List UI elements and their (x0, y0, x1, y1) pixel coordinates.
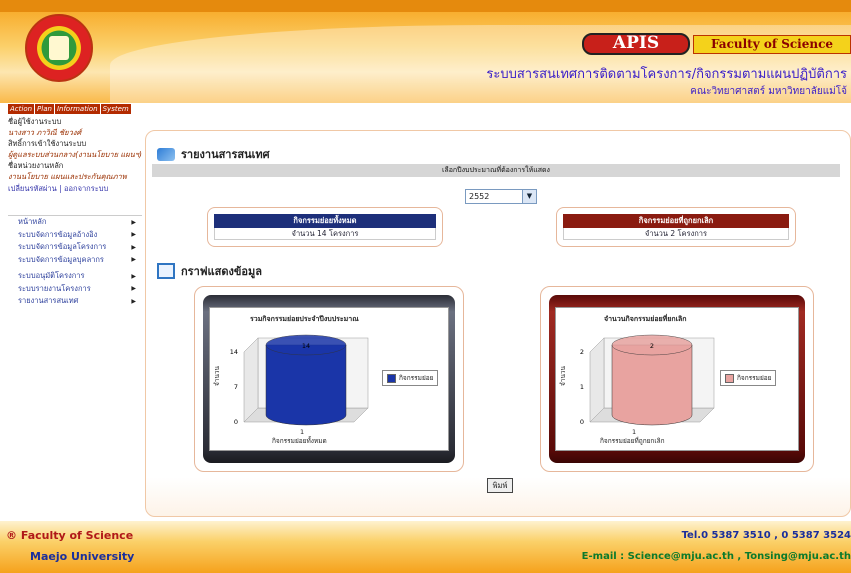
user-value: นางสาว ภาวิณี ชัยวงศ์ (8, 128, 82, 137)
chart-xlabel: กิจกรรมย่อยที่ถูกยกเลิก (600, 437, 665, 445)
bar-cylinder (265, 344, 347, 426)
year-prompt-bar: เลือกปีงบประมาณที่ต้องการให้แสดง (152, 164, 840, 177)
triangle-right-icon: ▶ (131, 297, 136, 305)
graph-heading: กราฟแสดงข้อมูล (157, 262, 262, 280)
strip-action: Action (8, 104, 36, 114)
y-tick-label: 14 (230, 348, 238, 356)
year-select[interactable]: 2552 ▼ (465, 189, 537, 204)
chart-canvas-all: รวมกิจกรรมย่อยประจำปีงบประมาณ 0 7 14 14 จำน… (209, 307, 449, 451)
nav-item-personnel[interactable]: ระบบจัดการข้อมูลบุคลากร ▶ (8, 254, 142, 267)
legend-swatch (387, 373, 396, 383)
faculty-seal-logo (25, 14, 93, 82)
sidebar-nav: หน้าหลัก ▶ ระบบจัดการข้อมูลอ้างอิง ▶ ระบบจ… (8, 215, 142, 308)
triangle-right-icon: ▶ (131, 285, 136, 293)
graph-icon (157, 263, 175, 279)
y-tick-label: 0 (234, 418, 238, 426)
unit-label: ชื่อหน่วยงานหลัก (8, 161, 64, 170)
footer-university: Maejo University (30, 550, 135, 563)
strip-system: System (101, 104, 132, 114)
nav-item-reference[interactable]: ระบบจัดการข้อมูลอ้างอิง ▶ (8, 229, 142, 242)
chart-ylabel: จำนวน (559, 366, 567, 386)
sidebar: Action Plan Information System ชื่อผู้ใช… (8, 104, 148, 308)
chart-legend: กิจกรรมย่อย (720, 370, 777, 386)
footer-email: E-mail : Science@mju.ac.th , Tonsing@mju… (581, 551, 851, 562)
system-subtitle: คณะวิทยาศาสตร์ มหาวิทยาลัยแม่โจ้ (690, 86, 847, 97)
chevron-down-icon[interactable]: ▼ (522, 190, 536, 203)
chart-xlabel: กิจกรรมย่อยทั้งหมด (272, 437, 327, 445)
nav-item-info-report[interactable]: รายงานสารสนเทศ ▶ (8, 295, 142, 308)
chart-svg-cancel: 0 1 2 2 (580, 334, 715, 426)
system-title: ระบบสารสนเทศการติดตามโครงการ/กิจกรรมตามแ… (486, 67, 847, 82)
role-label: สิทธิ์การเข้าใช้งานระบบ (8, 139, 87, 148)
chart-ylabel: จำนวน (213, 366, 221, 386)
chart-side-wall (589, 337, 605, 423)
aps-menu-strip: Action Plan Information System (8, 104, 132, 114)
stat-box-all: กิจกรรมย่อยทั้งหมด จำนวน 14 โครงการ (207, 207, 443, 247)
chart-frame-cancel: จำนวนกิจกรรมย่อยที่ยกเลิก 0122 จำนวน 1 ก… (540, 286, 814, 472)
triangle-right-icon: ▶ (131, 243, 136, 251)
y-tick-label: 0 (580, 418, 584, 426)
bar-cylinder (611, 344, 693, 426)
y-tick-label: 1 (580, 383, 584, 391)
apis-badge: APIS (582, 33, 690, 55)
triangle-right-icon: ▶ (131, 272, 136, 280)
stat-all-title: กิจกรรมย่อยทั้งหมด (214, 214, 436, 228)
report-icon (157, 147, 175, 161)
strip-plan: Plan (35, 104, 55, 114)
chart-frame-all: รวมกิจกรรมย่อยประจำปีงบประมาณ 0 7 14 14 จำน… (194, 286, 464, 472)
strip-information: Information (55, 104, 101, 114)
footer-phone: Tel.0 5387 3510 , 0 5387 3524 (681, 530, 851, 541)
chart-svg-all: 0 7 14 14 (230, 334, 369, 426)
section-title: รายงานสารสนเทศ (181, 148, 270, 161)
y-tick-label: 7 (234, 383, 238, 391)
chart-category: 1 (300, 428, 305, 436)
triangle-right-icon: ▶ (131, 256, 136, 264)
chart-side-wall (243, 337, 259, 423)
legend-label: กิจกรรมย่อย (399, 374, 434, 382)
nav-item-home[interactable]: หน้าหลัก ▶ (8, 216, 142, 229)
user-label: ชื่อผู้ใช้งานระบบ (8, 117, 62, 126)
footer-faculty: ® Faculty of Science (6, 529, 134, 542)
print-button[interactable]: พิมพ์ (487, 478, 513, 493)
chart-legend: กิจกรรมย่อย (382, 370, 439, 386)
triangle-right-icon: ▶ (131, 231, 136, 239)
stat-cancel-title: กิจกรรมย่อยที่ถูกยกเลิก (563, 214, 789, 228)
unit-value: งานนโยบาย แผนและประกันคุณภาพ (8, 172, 127, 181)
nav-item-projects[interactable]: ระบบจัดการข้อมูลโครงการ ▶ (8, 241, 142, 254)
chart-bezel-red: จำนวนกิจกรรมย่อยที่ยกเลิก 0122 จำนวน 1 ก… (549, 295, 805, 463)
stat-all-value: จำนวน 14 โครงการ (214, 228, 436, 240)
role-value: ผู้ดูแลระบบส่วนกลาง(งานนโยบาย แผนฯ) (8, 150, 142, 159)
faculty-badge: Faculty of Science (693, 35, 851, 54)
legend-swatch (725, 373, 734, 383)
year-select-value: 2552 (469, 192, 490, 201)
account-links[interactable]: เปลี่ยนรหัสผ่าน | ออกจากระบบ (8, 183, 148, 195)
chart-bezel-dark: รวมกิจกรรมย่อยประจำปีงบประมาณ 0 7 14 14 จำน… (203, 295, 455, 463)
header-banner: APIS Faculty of Science ระบบสารสนเทศการต… (0, 0, 851, 103)
y-tick-label: 2 (580, 348, 584, 356)
chart-category: 1 (632, 428, 637, 436)
chart-canvas-cancel: จำนวนกิจกรรมย่อยที่ยกเลิก 0122 จำนวน 1 ก… (555, 307, 799, 451)
legend-label: กิจกรรมย่อย (737, 374, 772, 382)
section-heading: รายงานสารสนเทศ (157, 145, 270, 163)
triangle-right-icon: ▶ (131, 218, 136, 226)
nav-item-approval[interactable]: ระบบอนุมัติโครงการ ▶ (8, 270, 142, 283)
nav-item-project-report[interactable]: ระบบรายงานโครงการ ▶ (8, 283, 142, 296)
bar-data-label: 2 (650, 342, 654, 350)
stat-box-cancel: กิจกรรมย่อยที่ถูกยกเลิก จำนวน 2 โครงการ (556, 207, 796, 247)
graph-title: กราฟแสดงข้อมูล (181, 265, 262, 278)
footer: ® Faculty of Science Maejo University Te… (0, 521, 851, 573)
bar-data-label: 14 (302, 342, 310, 350)
stat-cancel-value: จำนวน 2 โครงการ (563, 228, 789, 240)
